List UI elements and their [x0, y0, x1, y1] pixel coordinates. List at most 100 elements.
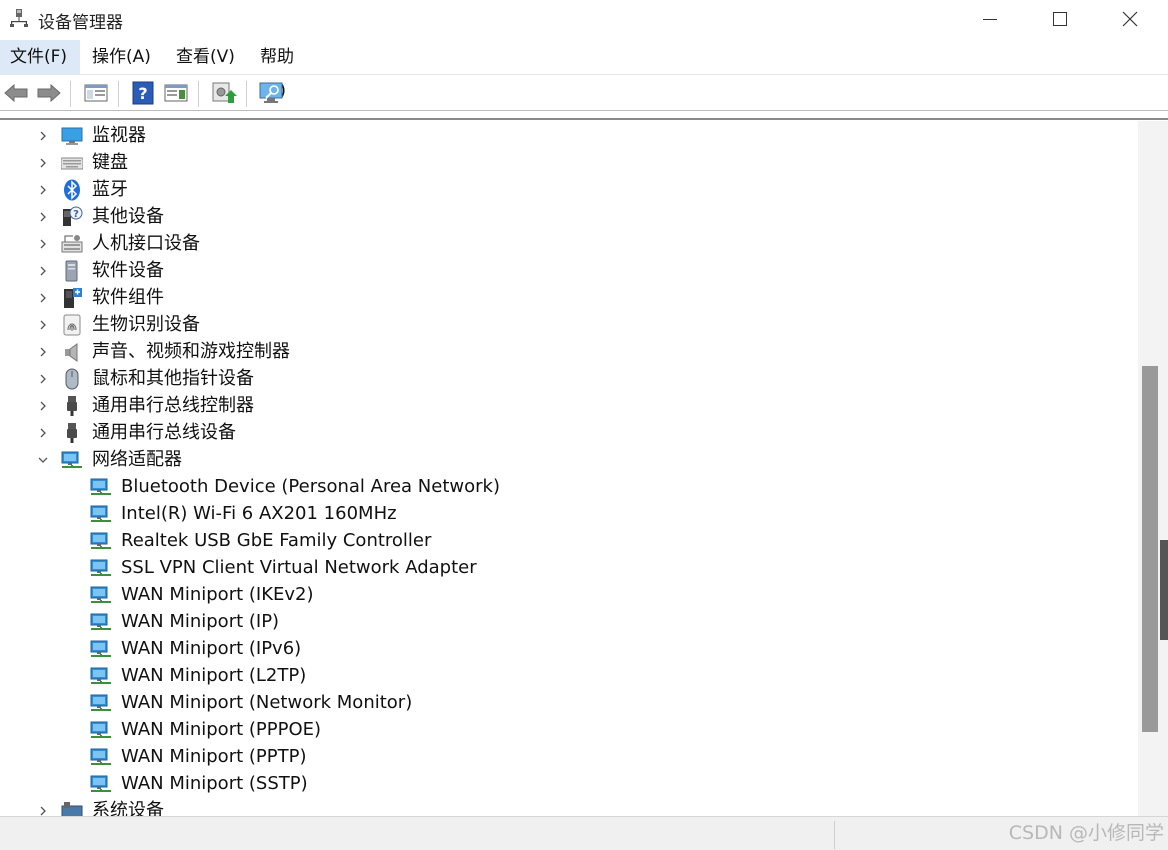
expand-toggle[interactable]	[36, 209, 50, 223]
category-label: 蓝牙	[92, 179, 128, 200]
menu-help[interactable]: 帮助(H)	[250, 40, 330, 101]
system-device-icon	[61, 802, 83, 816]
bluetooth-icon-container	[61, 179, 83, 201]
chevron-right-icon	[40, 185, 46, 195]
expand-toggle[interactable]	[36, 182, 50, 196]
scrollbar-thumb[interactable]	[1142, 366, 1158, 732]
network-adapter-icon-container	[90, 692, 112, 714]
help-button[interactable]: ?	[130, 80, 156, 106]
category-label: 人机接口设备	[92, 233, 200, 254]
keyboard-icon-container	[60, 152, 84, 174]
tree-category-row[interactable]: ? 其他设备	[0, 203, 1138, 230]
expand-toggle[interactable]	[36, 263, 50, 277]
tree-category-row[interactable]: 通用串行总线设备	[0, 419, 1138, 446]
tree-category-row[interactable]: 软件设备	[0, 257, 1138, 284]
expand-toggle[interactable]	[36, 155, 50, 169]
network-adapter-icon-container	[90, 746, 112, 768]
close-button[interactable]	[1095, 0, 1165, 38]
tree-category-row[interactable]: 监视器	[0, 122, 1138, 149]
mouse-icon	[65, 368, 79, 390]
menu-bar: 文件(F) 操作(A) 查看(V) 帮助(H)	[0, 40, 1168, 101]
minimize-button[interactable]	[955, 0, 1025, 38]
tree-category-row[interactable]: 网络适配器	[0, 446, 1138, 473]
network-adapter-icon	[90, 667, 111, 684]
expand-toggle[interactable]	[36, 344, 50, 358]
tree-device-row[interactable]: Bluetooth Device (Personal Area Network)	[0, 473, 1138, 500]
tree-category-row[interactable]: 声音、视频和游戏控制器	[0, 338, 1138, 365]
category-label: 生物识别设备	[92, 314, 200, 335]
network-adapter-icon-container	[61, 449, 83, 471]
svg-text:?: ?	[138, 84, 147, 103]
expand-toggle[interactable]	[36, 371, 50, 385]
scan-hardware-button[interactable]	[258, 80, 284, 106]
expand-toggle[interactable]	[36, 317, 50, 331]
window-edge	[1160, 540, 1168, 640]
network-adapter-icon	[90, 775, 111, 792]
menu-view[interactable]: 查看(V)	[166, 40, 246, 74]
category-label: 其他设备	[92, 206, 164, 227]
expand-toggle[interactable]	[36, 452, 50, 466]
software-component-icon-container	[61, 287, 83, 309]
tree-device-row[interactable]: WAN Miniport (SSTP)	[0, 770, 1138, 797]
chevron-right-icon	[40, 401, 46, 411]
expand-toggle[interactable]	[36, 128, 50, 142]
properties-icon	[164, 84, 188, 102]
usb-icon	[67, 396, 77, 416]
toolbar: ?	[0, 75, 1168, 111]
back-button[interactable]	[3, 80, 29, 106]
menu-action[interactable]: 操作(A)	[82, 40, 162, 74]
tree-device-row[interactable]: SSL VPN Client Virtual Network Adapter	[0, 554, 1138, 581]
tree-device-row[interactable]: WAN Miniport (IPv6)	[0, 635, 1138, 662]
network-adapter-icon	[90, 613, 111, 630]
category-label: 鼠标和其他指针设备	[92, 368, 254, 389]
tree-device-row[interactable]: WAN Miniport (IKEv2)	[0, 581, 1138, 608]
maximize-button[interactable]	[1025, 0, 1095, 38]
usb-icon	[67, 423, 77, 443]
tree-category-row[interactable]: 键盘	[0, 149, 1138, 176]
forward-button[interactable]	[36, 80, 62, 106]
scan-hardware-icon	[259, 82, 283, 103]
network-adapter-icon	[90, 694, 111, 711]
tree-category-row[interactable]: 鼠标和其他指针设备	[0, 365, 1138, 392]
pane-border	[0, 118, 1168, 120]
expand-toggle[interactable]	[36, 290, 50, 304]
tree-device-row[interactable]: WAN Miniport (PPPOE)	[0, 716, 1138, 743]
show-hide-console-tree-button[interactable]	[83, 80, 109, 106]
update-driver-button[interactable]	[211, 80, 237, 106]
category-label: 系统设备	[92, 800, 164, 816]
properties-button[interactable]	[163, 80, 189, 106]
forward-arrow-icon	[37, 83, 61, 103]
menu-file[interactable]: 文件(F)	[0, 40, 80, 74]
device-label: WAN Miniport (IPv6)	[121, 638, 302, 659]
tree-category-row[interactable]: 生物识别设备	[0, 311, 1138, 338]
tree-category-row[interactable]: 人机接口设备	[0, 230, 1138, 257]
tree-device-row[interactable]: Intel(R) Wi-Fi 6 AX201 160MHz	[0, 500, 1138, 527]
chevron-right-icon	[40, 347, 46, 357]
tree-device-row[interactable]: Realtek USB GbE Family Controller	[0, 527, 1138, 554]
status-divider	[834, 821, 835, 849]
chevron-right-icon	[40, 374, 46, 384]
tree-device-row[interactable]: WAN Miniport (IP)	[0, 608, 1138, 635]
tree-category-row[interactable]: 系统设备	[0, 797, 1138, 816]
tree-device-row[interactable]: WAN Miniport (Network Monitor)	[0, 689, 1138, 716]
tree-category-row[interactable]: 软件组件	[0, 284, 1138, 311]
tree-category-row[interactable]: 通用串行总线控制器	[0, 392, 1138, 419]
network-adapter-icon-container	[90, 557, 112, 579]
show-hide-console-tree-icon	[84, 84, 108, 102]
fingerprint-icon	[63, 314, 81, 336]
tree-device-row[interactable]: WAN Miniport (PPTP)	[0, 743, 1138, 770]
tree-device-row[interactable]: WAN Miniport (L2TP)	[0, 662, 1138, 689]
category-label: 键盘	[92, 152, 128, 173]
network-adapter-icon-container	[90, 665, 112, 687]
tree-category-row[interactable]: 蓝牙	[0, 176, 1138, 203]
toolbar-divider	[0, 110, 1168, 111]
chevron-right-icon	[40, 293, 46, 303]
expand-toggle[interactable]	[36, 236, 50, 250]
device-label: WAN Miniport (L2TP)	[121, 665, 307, 686]
expand-toggle[interactable]	[36, 803, 50, 816]
expand-toggle[interactable]	[36, 425, 50, 439]
expand-toggle[interactable]	[36, 398, 50, 412]
network-adapter-icon	[90, 478, 111, 495]
minimize-icon	[983, 19, 997, 20]
network-adapter-icon-container	[90, 638, 112, 660]
